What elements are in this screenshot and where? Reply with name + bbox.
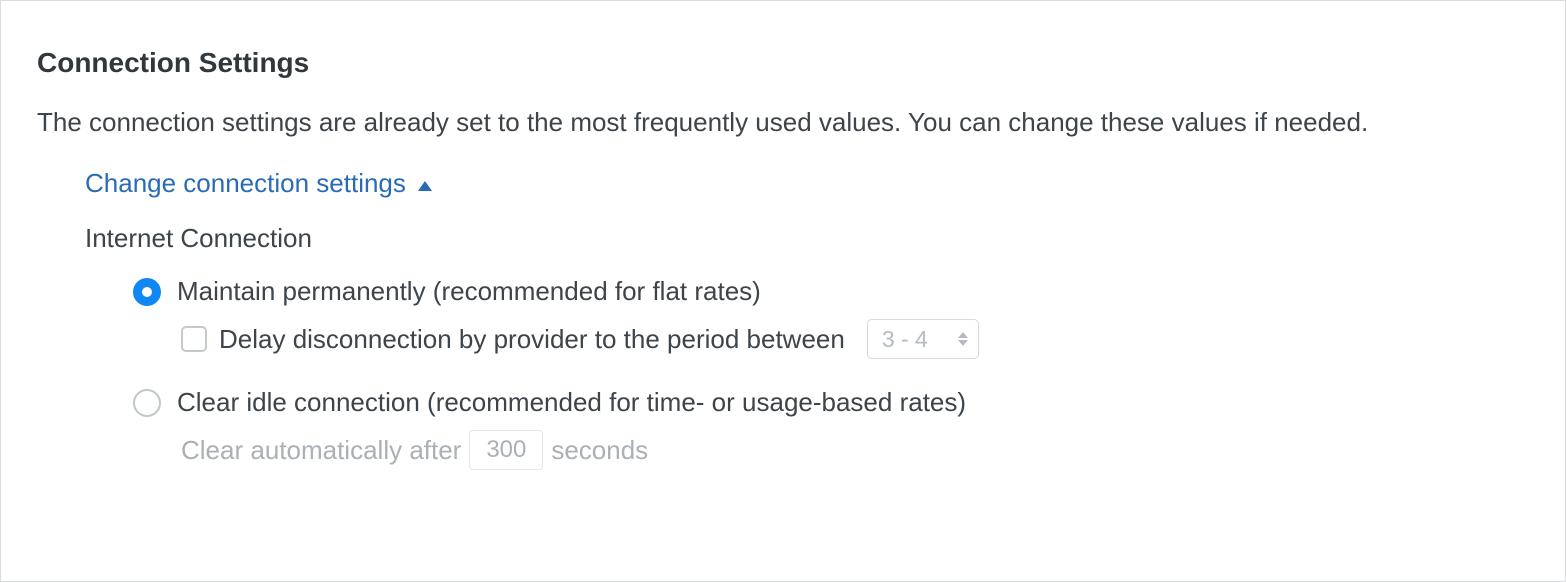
internet-connection-heading: Internet Connection [85, 223, 1529, 254]
clear-automatically-row: Clear automatically after 300 seconds [181, 430, 1529, 470]
radio-maintain-label: Maintain permanently (recommended for fl… [177, 276, 761, 307]
delay-disconnection-label: Delay disconnection by provider to the p… [219, 324, 845, 355]
change-connection-settings-toggle[interactable]: Change connection settings [85, 168, 432, 199]
clear-suffix-label: seconds [551, 435, 648, 466]
radio-row-maintain: Maintain permanently (recommended for fl… [133, 276, 1529, 307]
collapse-up-icon [418, 181, 432, 191]
radio-clear-idle-label: Clear idle connection (recommended for t… [177, 387, 966, 418]
connection-settings-panel: Connection Settings The connection setti… [0, 0, 1566, 582]
clear-prefix-label: Clear automatically after [181, 435, 461, 466]
toggle-label: Change connection settings [85, 168, 406, 199]
stepper-arrows-icon [958, 332, 968, 346]
clear-seconds-input[interactable]: 300 [469, 430, 543, 470]
delay-disconnection-row: Delay disconnection by provider to the p… [181, 319, 1529, 359]
panel-title: Connection Settings [37, 47, 1529, 79]
radio-maintain-permanently[interactable] [133, 278, 161, 306]
radio-row-clear-idle: Clear idle connection (recommended for t… [133, 387, 1529, 418]
delay-disconnection-checkbox[interactable] [181, 326, 207, 352]
delay-period-select[interactable]: 3 - 4 [867, 319, 979, 359]
panel-description: The connection settings are already set … [37, 103, 1497, 142]
radio-clear-idle[interactable] [133, 389, 161, 417]
delay-period-value: 3 - 4 [882, 326, 928, 353]
